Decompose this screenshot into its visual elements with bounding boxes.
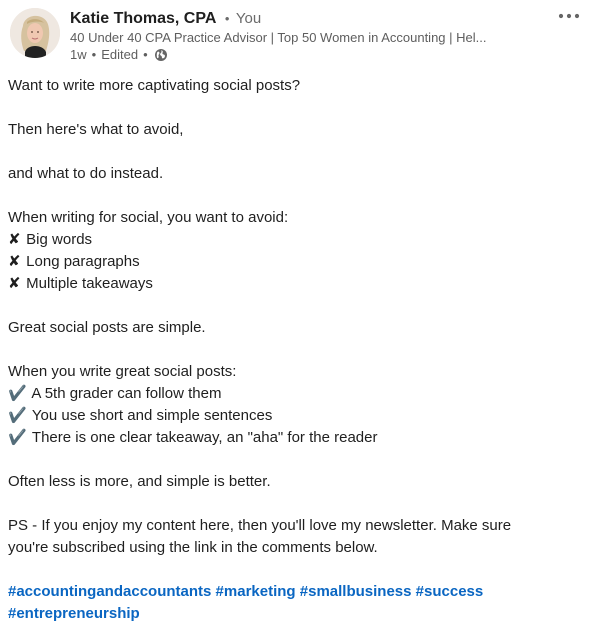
do-item-text: A 5th grader can follow them: [31, 385, 222, 402]
do-item-text: There is one clear takeaway, an "aha" fo…: [31, 429, 378, 446]
ellipsis-icon: [558, 13, 580, 19]
do-item: ✔️ A 5th grader can follow them: [8, 383, 590, 405]
hashtag-link[interactable]: #smallbusiness: [300, 583, 412, 600]
post-header: Katie Thomas, CPA • You 40 Under 40 CPA …: [0, 0, 598, 70]
post-line-1: Want to write more captivating social po…: [8, 77, 301, 94]
author-name[interactable]: Katie Thomas, CPA: [70, 10, 216, 27]
meta-separator: •: [91, 47, 97, 62]
x-mark-icon: ✘: [8, 253, 21, 270]
globe-icon: [154, 48, 168, 62]
x-mark-icon: ✘: [8, 231, 21, 248]
author-you-label: You: [235, 10, 262, 27]
x-mark-icon: ✘: [8, 275, 21, 292]
avoid-item-text: Multiple takeaways: [26, 275, 153, 292]
post-line-3: and what to do instead.: [8, 165, 164, 182]
post-meta: 1w • Edited •: [70, 46, 168, 63]
hashtag-link[interactable]: #marketing: [216, 583, 296, 600]
do-intro: When you write great social posts:: [8, 363, 237, 380]
avoid-item: ✘ Multiple takeaways: [8, 273, 590, 295]
post-body: Want to write more captivating social po…: [8, 75, 590, 625]
hashtag-link[interactable]: #success: [416, 583, 484, 600]
check-mark-icon: ✔️: [8, 429, 27, 446]
author-separator: •: [224, 11, 230, 26]
avoid-item: ✘ Long paragraphs: [8, 251, 590, 273]
avoid-item-text: Long paragraphs: [26, 253, 140, 270]
linkedin-post: Katie Thomas, CPA • You 40 Under 40 CPA …: [0, 0, 598, 631]
hashtags-line-2: #entrepreneurship: [8, 603, 590, 625]
post-edited-label: Edited: [101, 47, 139, 62]
ps-line-1: PS - If you enjoy my content here, then …: [8, 517, 512, 534]
do-item: ✔️ You use short and simple sentences: [8, 405, 590, 427]
more-options-button[interactable]: [553, 6, 585, 26]
avoid-item-text: Big words: [26, 231, 93, 248]
do-item-text: You use short and simple sentences: [31, 407, 273, 424]
hashtag-link[interactable]: #accountingandaccountants: [8, 583, 211, 600]
ps-line-2: you're subscribed using the link in the …: [8, 539, 378, 556]
hashtags-line-1: #accountingandaccountants #marketing #sm…: [8, 581, 590, 603]
check-mark-icon: ✔️: [8, 407, 27, 424]
avoid-intro: When writing for social, you want to avo…: [8, 209, 289, 226]
post-line-2: Then here's what to avoid,: [8, 121, 184, 138]
meta-separator: •: [143, 47, 148, 62]
author-avatar[interactable]: [10, 8, 60, 58]
check-mark-icon: ✔️: [8, 385, 27, 402]
post-time: 1w: [70, 47, 87, 62]
less-more-statement: Often less is more, and simple is better…: [8, 473, 271, 490]
simple-statement: Great social posts are simple.: [8, 319, 206, 336]
do-item: ✔️ There is one clear takeaway, an "aha"…: [8, 427, 590, 449]
author-line: Katie Thomas, CPA • You: [70, 9, 261, 29]
author-headline: 40 Under 40 CPA Practice Advisor | Top 5…: [70, 30, 487, 45]
hashtag-link[interactable]: #entrepreneurship: [8, 605, 140, 622]
avoid-item: ✘ Big words: [8, 229, 590, 251]
